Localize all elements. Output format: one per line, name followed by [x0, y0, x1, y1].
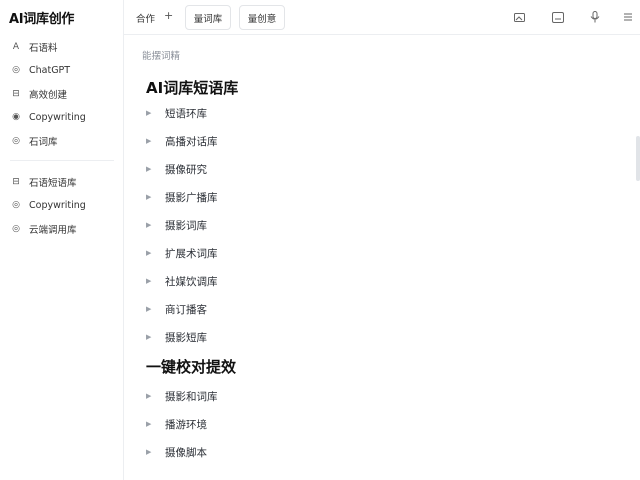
triangle-right-icon: ▶ [146, 193, 152, 201]
ideas-button[interactable]: 量创意 [239, 5, 285, 30]
sidebar-item-label: 高效创建 [29, 89, 68, 101]
list-item[interactable]: ▶ 短语环库 [146, 99, 446, 127]
sidebar-item-label: ChatGPT [29, 64, 71, 76]
sidebar-item-create[interactable]: ⊟ 高效创建 [0, 82, 124, 106]
window-icon[interactable] [549, 8, 567, 26]
sidebar-item-copywriting-2[interactable]: ◎ Copywriting [0, 194, 124, 218]
pen-icon: ◉ [12, 112, 20, 123]
list-item[interactable]: ▶ 摄影和词库 [146, 382, 446, 410]
toolbar: 合作 + 量词库 量创意 [124, 0, 640, 35]
list-item[interactable]: ▶ 摄影广播库 [146, 183, 446, 211]
proofread-list: ▶ 摄影和词库 ▶ 播游环境 ▶ 摄像脚本 [146, 382, 446, 466]
menu-icon[interactable] [619, 8, 637, 26]
triangle-right-icon: ▶ [146, 165, 152, 173]
triangle-right-icon: ▶ [146, 277, 152, 285]
sidebar-item-cloud[interactable]: ◎ 云端调用库 [0, 217, 124, 241]
main-content: 能摆词精 AI词库短语库 ▶ 短语环库 ▶ 高播对话库 ▶ 摄像研究 ▶ 摄影广播库 ▶… [124, 36, 640, 480]
image-icon[interactable] [510, 8, 528, 26]
section-title: 一键校对提效 [146, 358, 237, 376]
list-item[interactable]: ▶ 播游环境 [146, 410, 446, 438]
list-item[interactable]: ▶ 社媒饮调库 [146, 267, 446, 295]
chat-icon: ◎ [12, 65, 20, 76]
list-item[interactable]: ▶ 摄影词库 [146, 211, 446, 239]
triangle-right-icon: ▶ [146, 333, 152, 341]
sidebar-item-label: 云端调用库 [29, 224, 77, 236]
sidebar-item-label: Copywriting [29, 111, 86, 123]
cloud-icon: ◎ [12, 223, 20, 234]
sidebar-item-corpus[interactable]: A 石语料 [0, 35, 124, 59]
triangle-right-icon: ▶ [146, 221, 152, 229]
sidebar-nav-secondary: ⊟ 石语短语库 ◎ Copywriting ◎ 云端调用库 [0, 170, 124, 241]
sidebar-item-label: Copywriting [29, 199, 86, 211]
list-item[interactable]: ▶ 商订播客 [146, 295, 446, 323]
sidebar: AI词库创作 A 石语料 ◎ ChatGPT ⊟ 高效创建 ◉ Copywrit… [0, 0, 124, 480]
sidebar-item-label: 石语料 [29, 42, 58, 54]
list-item[interactable]: ▶ 扩展术词库 [146, 239, 446, 267]
list-item[interactable]: ▶ 摄像脚本 [146, 438, 446, 466]
sidebar-divider [10, 160, 114, 161]
plus-icon[interactable]: + [164, 9, 173, 22]
toolbar-label[interactable]: 合作 [136, 11, 155, 25]
document-icon: ⊟ [12, 176, 20, 187]
triangle-right-icon: ▶ [146, 109, 152, 117]
lexicon-button[interactable]: 量词库 [185, 5, 231, 30]
app-title: AI词库创作 [9, 12, 75, 27]
triangle-right-icon: ▶ [146, 420, 152, 428]
section-title: AI词库短语库 [146, 79, 239, 97]
sidebar-item-copywriting[interactable]: ◉ Copywriting [0, 106, 124, 130]
sidebar-item-phrases[interactable]: ⊟ 石语短语库 [0, 170, 124, 194]
microphone-icon[interactable] [586, 8, 604, 26]
triangle-right-icon: ▶ [146, 137, 152, 145]
list-item[interactable]: ▶ 摄影短库 [146, 323, 446, 351]
breadcrumb: 能摆词精 [142, 51, 181, 62]
document-icon: ⊟ [12, 88, 20, 99]
sidebar-item-chatgpt[interactable]: ◎ ChatGPT [0, 59, 124, 83]
triangle-right-icon: ▶ [146, 448, 152, 456]
list-item[interactable]: ▶ 高播对话库 [146, 127, 446, 155]
sidebar-item-lexicon[interactable]: ◎ 石词库 [0, 129, 124, 153]
list-item[interactable]: ▶ 摄像研究 [146, 155, 446, 183]
sidebar-item-label: 石词库 [29, 136, 58, 148]
triangle-right-icon: ▶ [146, 249, 152, 257]
letter-a-icon: A [12, 41, 20, 52]
triangle-right-icon: ▶ [146, 305, 152, 313]
sidebar-item-label: 石语短语库 [29, 177, 77, 189]
pen-icon: ◎ [12, 200, 20, 211]
phrase-list: ▶ 短语环库 ▶ 高播对话库 ▶ 摄像研究 ▶ 摄影广播库 ▶ 摄影词库 ▶ 扩展术词库 ▶… [146, 99, 446, 351]
triangle-right-icon: ▶ [146, 392, 152, 400]
book-icon: ◎ [12, 135, 20, 146]
scrollbar[interactable] [636, 136, 640, 181]
sidebar-nav-primary: A 石语料 ◎ ChatGPT ⊟ 高效创建 ◉ Copywriting ◎ 石… [0, 35, 124, 153]
